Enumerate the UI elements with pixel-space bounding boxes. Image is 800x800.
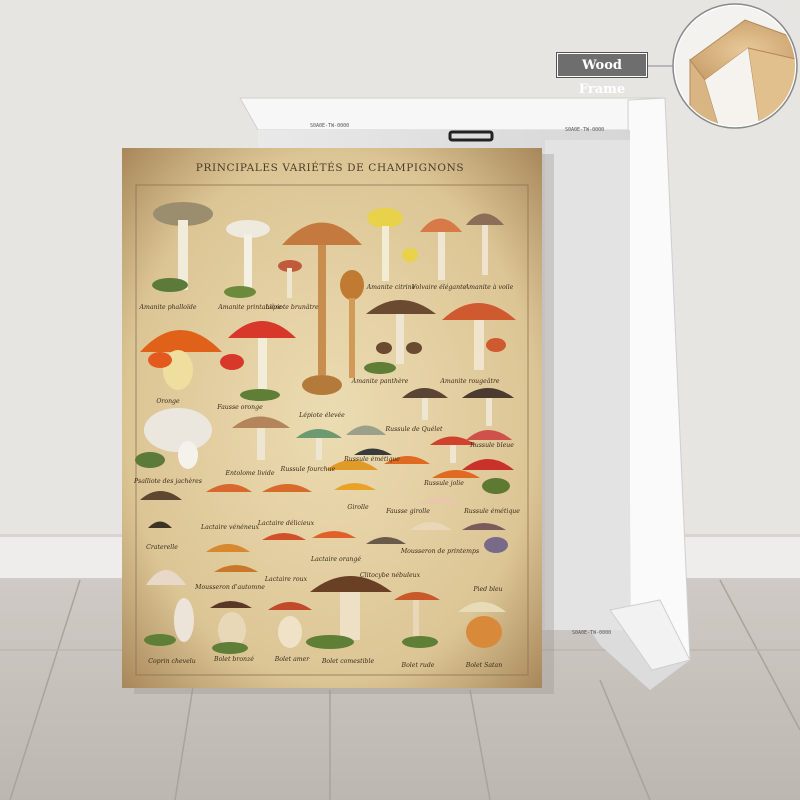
mushroom-label: Fausse girolle	[386, 508, 430, 515]
svg-text:S0A0E-TW-0000: S0A0E-TW-0000	[572, 630, 611, 636]
mushroom-label: Volvaire élégante	[411, 284, 467, 291]
mushroom-label: Oronge	[156, 398, 180, 405]
mushroom-label: Bolet comestible	[321, 658, 375, 665]
mushroom-label: Russule fourchue	[280, 466, 336, 473]
mushroom-label: Mousseron d'automne	[195, 584, 265, 591]
mushroom-label: Amanite phalloïde	[139, 304, 197, 311]
mushroom-label: Lactaire vénéneux	[201, 524, 259, 531]
mushroom-label: Pied bleu	[473, 586, 503, 593]
mushroom-label: Amanite à voile	[464, 284, 514, 291]
mushroom-label: Russule jolie	[424, 480, 464, 487]
mushroom-label: Amanite citrine	[366, 284, 416, 291]
mushroom-label: Bolet bronzé	[214, 656, 254, 663]
wood-frame-label: Wood Frame	[557, 53, 647, 97]
mushroom-label: Amanite rougeâtre	[440, 378, 500, 385]
mushroom-label: Fausse oronge	[217, 404, 263, 411]
mushroom-label: Craterelle	[146, 544, 178, 551]
mushroom-label: Clitocybe nébuleux	[359, 572, 421, 579]
mushroom-label: Entolome livide	[225, 470, 275, 477]
poster-title: PRINCIPALES VARIÉTÉS DE CHAMPIGNONS	[195, 162, 465, 174]
product-scene: S0A0E-TW-0000 S0A0E-TW-0000 S0A0E-TW-000…	[0, 0, 800, 800]
mushroom-label: Bolet Satan	[465, 662, 503, 669]
svg-text:S0A0E-TW-0000: S0A0E-TW-0000	[565, 127, 604, 133]
mushroom-label: Lactaire roux	[264, 576, 308, 583]
mushroom-label: Russule émétique	[344, 456, 400, 463]
mushroom-label: Mousseron de printemps	[400, 548, 480, 555]
mushroom-label: Lactaire délicieux	[257, 520, 315, 527]
mushroom-label: Russule de Quélet	[385, 426, 443, 433]
mushroom-label: Psalliote des jachères	[134, 478, 202, 485]
mushroom-label: Bolet amer	[274, 656, 310, 663]
mushroom-label: Girolle	[347, 504, 369, 511]
mushroom-label: Amanite panthère	[351, 378, 409, 385]
mushroom-label: Lactaire orangé	[311, 556, 361, 563]
mushroom-label: Coprin chevelu	[148, 658, 196, 665]
mushroom-label: Lépiote élevée	[299, 412, 345, 419]
mushroom-label: Lépiote brunâtre	[265, 304, 319, 311]
mushroom-label: Russule bleue	[470, 442, 514, 449]
svg-text:S0A0E-TW-0000: S0A0E-TW-0000	[310, 123, 349, 129]
mushroom-label: Bolet rude	[401, 662, 435, 669]
mushroom-label: Russule émétique	[464, 508, 520, 515]
